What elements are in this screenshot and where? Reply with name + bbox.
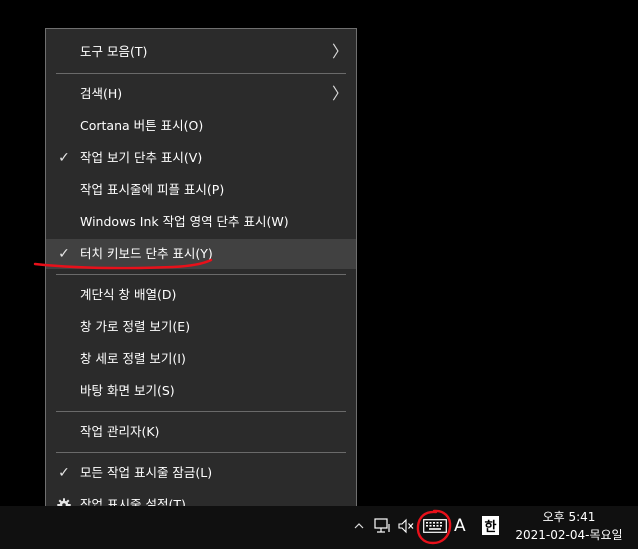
menu-item-label: 창 가로 정렬 보기(E) — [80, 319, 191, 334]
ime-language-indicator[interactable]: 한 — [482, 516, 499, 535]
network-icon[interactable] — [374, 514, 392, 538]
menu-item-label: Cortana 버튼 표시(O) — [80, 118, 204, 133]
annotation-circle — [416, 509, 452, 545]
menu-item-label: 계단식 창 배열(D) — [80, 287, 177, 302]
menu-item-stacked[interactable]: 창 가로 정렬 보기(E) — [46, 312, 356, 342]
checkmark-icon: ✓ — [58, 150, 70, 166]
menu-item-task-manager[interactable]: 작업 관리자(K) — [46, 417, 356, 447]
chevron-right-icon: 〉 — [331, 42, 348, 61]
menu-item-lock-taskbar[interactable]: ✓ 모든 작업 표시줄 잠금(L) — [46, 458, 356, 488]
menu-item-label: 작업 표시줄에 피플 표시(P) — [80, 182, 225, 197]
input-mode-indicator[interactable]: A — [454, 514, 466, 538]
clock-time: 오후 5:41 — [542, 510, 596, 524]
clock-date: 2021-02-04-목요일 — [515, 528, 623, 542]
taskbar: A 한 오후 5:41 2021-02-04-목요일 — [0, 506, 638, 549]
menu-item-label: 창 세로 정렬 보기(I) — [80, 351, 186, 366]
chevron-right-icon: 〉 — [331, 84, 348, 103]
menu-item-people[interactable]: 작업 표시줄에 피플 표시(P) — [46, 175, 356, 205]
menu-separator — [56, 411, 346, 412]
menu-item-cascade[interactable]: 계단식 창 배열(D) — [46, 280, 356, 310]
menu-item-label: 도구 모음(T) — [80, 44, 148, 59]
menu-item-side-by-side[interactable]: 창 세로 정렬 보기(I) — [46, 344, 356, 374]
taskbar-context-menu: 도구 모음(T) 〉 검색(H) 〉 Cortana 버튼 표시(O) ✓ 작업… — [45, 28, 357, 522]
menu-separator — [56, 274, 346, 275]
menu-item-windows-ink[interactable]: Windows Ink 작업 영역 단추 표시(W) — [46, 207, 356, 237]
menu-item-label: 바탕 화면 보기(S) — [80, 383, 175, 398]
system-clock[interactable]: 오후 5:41 2021-02-04-목요일 — [506, 508, 632, 544]
menu-separator — [56, 73, 346, 74]
menu-item-cortana[interactable]: Cortana 버튼 표시(O) — [46, 111, 356, 141]
annotation-underline — [33, 258, 213, 270]
menu-item-task-view[interactable]: ✓ 작업 보기 단추 표시(V) — [46, 143, 356, 173]
menu-item-label: 검색(H) — [80, 86, 123, 101]
checkmark-icon: ✓ — [58, 465, 70, 481]
chevron-up-icon[interactable] — [354, 514, 364, 538]
menu-item-label: Windows Ink 작업 영역 단추 표시(W) — [80, 214, 289, 229]
menu-item-show-desktop[interactable]: 바탕 화면 보기(S) — [46, 376, 356, 406]
menu-item-label: 작업 보기 단추 표시(V) — [80, 150, 203, 165]
menu-item-search[interactable]: 검색(H) 〉 — [46, 79, 356, 109]
menu-item-toolbars[interactable]: 도구 모음(T) 〉 — [46, 37, 356, 67]
menu-item-label: 모든 작업 표시줄 잠금(L) — [80, 465, 213, 480]
menu-separator — [56, 452, 346, 453]
menu-item-label: 작업 관리자(K) — [80, 424, 160, 439]
